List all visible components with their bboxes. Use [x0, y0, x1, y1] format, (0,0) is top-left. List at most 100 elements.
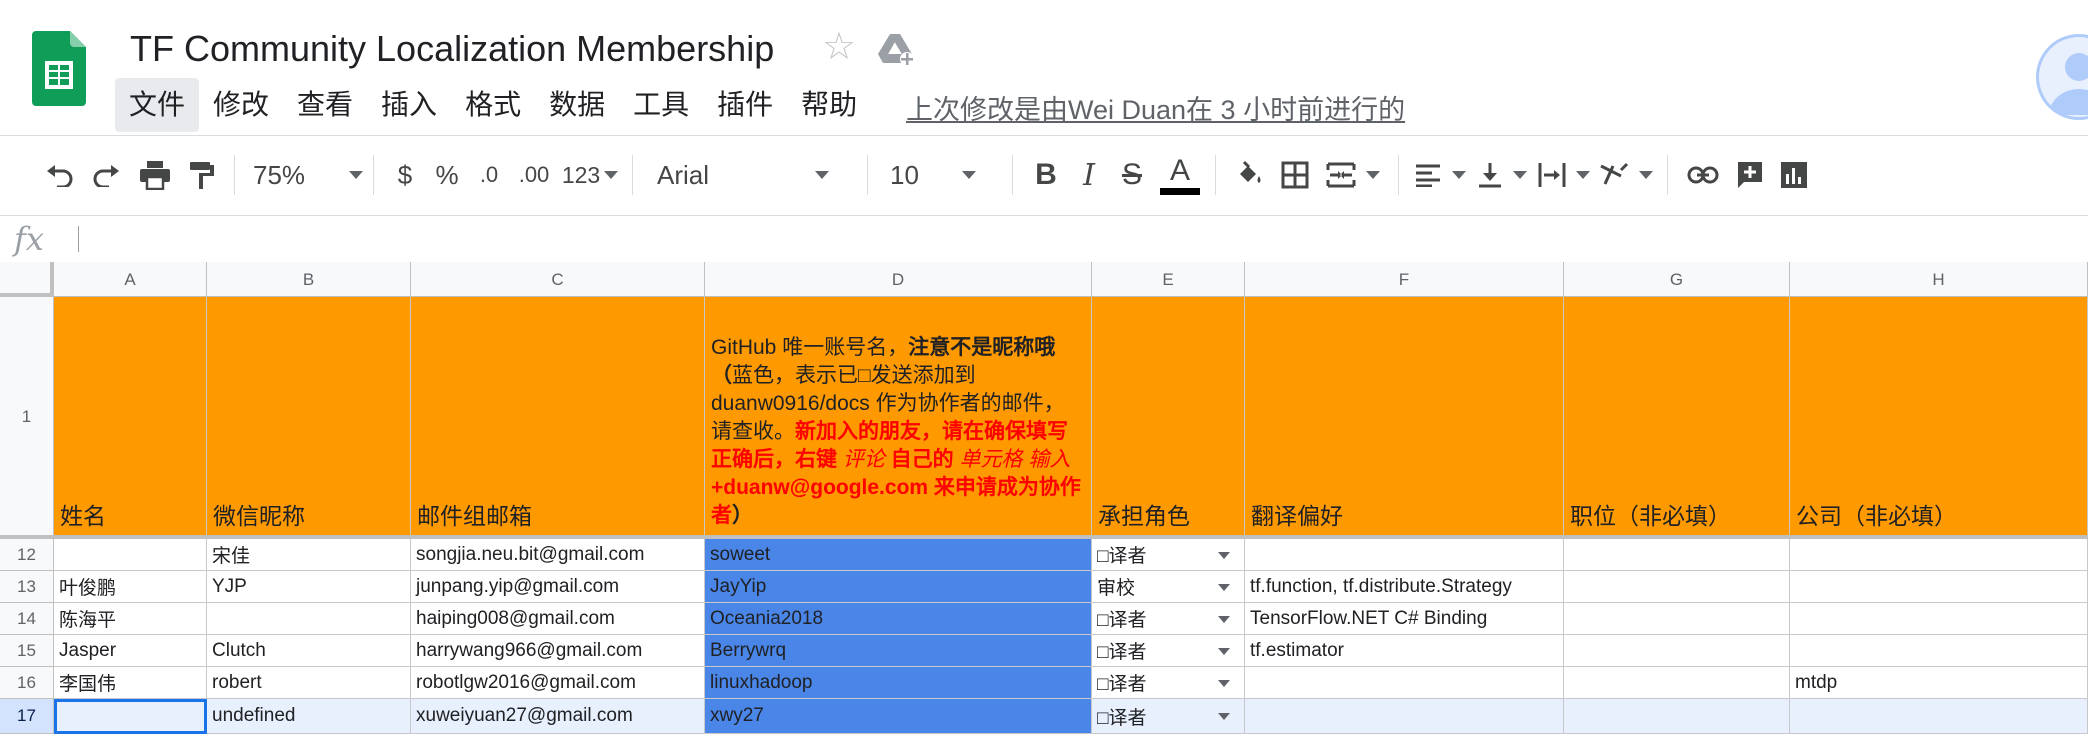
cell-name[interactable]: 陈海平 [54, 603, 207, 635]
header-cell-name[interactable]: 姓名 [54, 297, 207, 537]
insert-chart-icon[interactable] [1772, 145, 1816, 205]
cell-email[interactable]: haiping008@gmail.com [411, 603, 705, 635]
row-header-1[interactable]: 1 [0, 297, 54, 537]
undo-icon[interactable] [38, 145, 82, 205]
cell-role-dropdown[interactable]: □译者 [1092, 603, 1245, 635]
header-cell-position[interactable]: 职位（非必填） [1564, 297, 1790, 537]
column-header-a[interactable]: A [54, 262, 207, 297]
column-header-b[interactable]: B [207, 262, 411, 297]
dropdown-arrow-icon[interactable] [1218, 615, 1230, 623]
menu-data[interactable]: 数据 [535, 78, 619, 132]
font-size-select[interactable]: 10 [878, 145, 1002, 205]
menu-edit[interactable]: 修改 [199, 78, 283, 132]
cell-github[interactable]: Berrywrq [705, 635, 1092, 667]
column-header-g[interactable]: G [1564, 262, 1790, 297]
header-cell-role[interactable]: 承担角色 [1092, 297, 1245, 537]
cell-position[interactable] [1564, 571, 1790, 603]
cell-name[interactable] [54, 539, 207, 571]
increase-decimal-button[interactable]: .00 [510, 145, 558, 205]
cell-wechat[interactable]: robert [207, 667, 411, 699]
percent-format-button[interactable]: % [426, 145, 468, 205]
header-cell-wechat[interactable]: 微信昵称 [207, 297, 411, 537]
borders-icon[interactable] [1272, 145, 1318, 205]
cell-role-dropdown[interactable]: □译者 [1092, 539, 1245, 571]
cell-position[interactable] [1564, 667, 1790, 699]
print-icon[interactable] [130, 145, 180, 205]
insert-comment-icon[interactable] [1728, 145, 1772, 205]
sheets-logo-icon[interactable] [32, 31, 86, 106]
cell-github[interactable]: soweet [705, 539, 1092, 571]
cell-company[interactable]: mtdp [1790, 667, 2088, 699]
text-color-button[interactable]: A [1155, 145, 1205, 205]
header-cell-company[interactable]: 公司（非必填） [1790, 297, 2088, 537]
header-cell-email[interactable]: 邮件组邮箱 [411, 297, 705, 537]
menu-help[interactable]: 帮助 [787, 78, 871, 132]
bold-button[interactable]: B [1023, 145, 1069, 205]
cell-preference[interactable] [1245, 539, 1564, 571]
cell-email[interactable]: xuweiyuan27@gmail.com [411, 699, 705, 734]
document-title[interactable]: TF Community Localization Membership [130, 28, 774, 70]
number-format-select[interactable]: 123 [558, 145, 622, 205]
cell-email[interactable]: harrywang966@gmail.com [411, 635, 705, 667]
cell-name[interactable]: Jasper [54, 635, 207, 667]
dropdown-arrow-icon[interactable] [1218, 551, 1230, 559]
currency-format-button[interactable]: $ [384, 145, 426, 205]
cell-role-dropdown[interactable]: □译者 [1092, 635, 1245, 667]
cell-name-selected[interactable] [54, 699, 207, 734]
text-rotation-icon[interactable] [1595, 145, 1657, 205]
dropdown-arrow-icon[interactable] [1218, 679, 1230, 687]
cell-wechat[interactable]: 宋佳 [207, 539, 411, 571]
cell-wechat[interactable]: undefined [207, 699, 411, 734]
column-header-f[interactable]: F [1245, 262, 1564, 297]
cell-github[interactable]: xwy27 [705, 699, 1092, 734]
row-header[interactable]: 12 [0, 539, 54, 571]
cell-position[interactable] [1564, 699, 1790, 734]
cell-role-dropdown[interactable]: 审校 [1092, 571, 1245, 603]
dropdown-arrow-icon[interactable] [1218, 583, 1230, 591]
cell-github[interactable]: JayYip [705, 571, 1092, 603]
horizontal-align-icon[interactable] [1409, 145, 1471, 205]
cell-preference[interactable]: TensorFlow.NET C# Binding [1245, 603, 1564, 635]
row-header[interactable]: 13 [0, 571, 54, 603]
font-family-select[interactable]: Arial [643, 145, 857, 205]
text-wrapping-icon[interactable] [1533, 145, 1595, 205]
cell-role-dropdown[interactable]: □译者 [1092, 667, 1245, 699]
cell-email[interactable]: junpang.yip@gmail.com [411, 571, 705, 603]
menu-view[interactable]: 查看 [283, 78, 367, 132]
strikethrough-button[interactable]: S [1109, 145, 1155, 205]
avatar[interactable] [2036, 34, 2088, 120]
cell-email[interactable]: songjia.neu.bit@gmail.com [411, 539, 705, 571]
menu-format[interactable]: 格式 [451, 78, 535, 132]
cell-name[interactable]: 叶俊鹏 [54, 571, 207, 603]
cell-github[interactable]: Oceania2018 [705, 603, 1092, 635]
paint-format-icon[interactable] [180, 145, 224, 205]
cell-email[interactable]: robotlgw2016@gmail.com [411, 667, 705, 699]
vertical-align-icon[interactable] [1471, 145, 1533, 205]
cell-github[interactable]: linuxhadoop [705, 667, 1092, 699]
header-cell-github[interactable]: GitHub 唯一账号名，注意不是昵称哦（蓝色，表示已□发送添加到 duanw0… [705, 297, 1092, 537]
cell-company[interactable] [1790, 571, 2088, 603]
cell-company[interactable] [1790, 699, 2088, 734]
fill-color-icon[interactable] [1226, 145, 1272, 205]
cell-role-dropdown[interactable]: □译者 [1092, 699, 1245, 734]
row-header[interactable]: 16 [0, 667, 54, 699]
cell-company[interactable] [1790, 539, 2088, 571]
column-header-e[interactable]: E [1092, 262, 1245, 297]
menu-file[interactable]: 文件 [115, 78, 200, 132]
cell-name[interactable]: 李国伟 [54, 667, 207, 699]
column-header-d[interactable]: D [705, 262, 1092, 297]
cell-preference[interactable] [1245, 667, 1564, 699]
star-icon[interactable]: ☆ [822, 28, 856, 66]
cell-wechat[interactable]: Clutch [207, 635, 411, 667]
insert-link-icon[interactable] [1678, 145, 1728, 205]
column-header-h[interactable]: H [1790, 262, 2088, 297]
cell-company[interactable] [1790, 603, 2088, 635]
cell-company[interactable] [1790, 635, 2088, 667]
row-header[interactable]: 15 [0, 635, 54, 667]
cell-preference[interactable]: tf.function, tf.distribute.Strategy [1245, 571, 1564, 603]
move-to-drive-icon[interactable] [878, 32, 914, 71]
dropdown-arrow-icon[interactable] [1218, 647, 1230, 655]
column-header-c[interactable]: C [411, 262, 705, 297]
last-edit-link[interactable]: 上次修改是由Wei Duan在 3 小时前进行的 [906, 88, 1405, 127]
menu-insert[interactable]: 插入 [367, 78, 451, 132]
